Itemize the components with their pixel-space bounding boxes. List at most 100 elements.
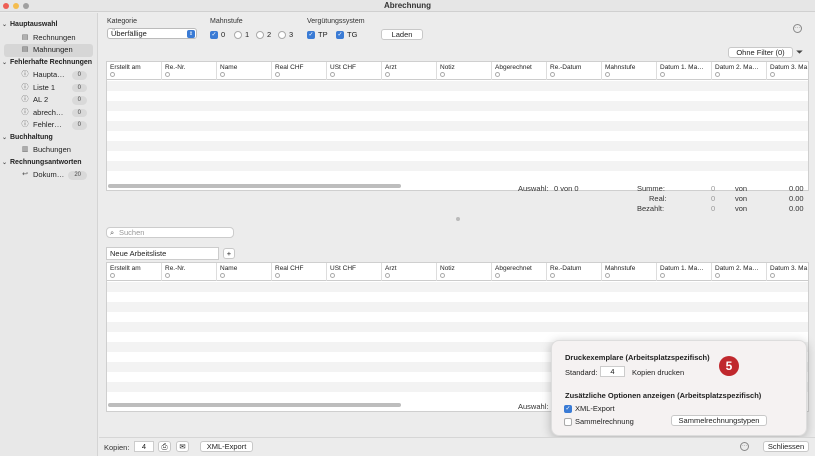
column-filter-icon[interactable] [385,72,390,77]
print-icon[interactable]: ⎙ [158,441,171,452]
add-worklist-button[interactable]: + [223,248,235,259]
column-header[interactable]: Arzt [382,263,437,281]
mahnstufe-0-checkbox[interactable]: ✓ 0 [210,30,225,39]
table-row[interactable] [107,161,808,171]
column-header[interactable]: Arzt [382,62,437,80]
column-filter-icon[interactable] [275,273,280,278]
column-filter-icon[interactable] [495,273,500,278]
column-header[interactable]: Real CHF [272,263,327,281]
column-header[interactable]: Notiz [437,62,492,80]
xml-export-button[interactable]: XML-Export [200,441,253,452]
mahnstufe-2-checkbox[interactable]: 2 [256,30,271,39]
more-options-icon[interactable]: ··· [793,24,802,33]
column-filter-icon[interactable] [550,72,555,77]
kopien-input[interactable]: 4 [134,441,154,452]
column-header[interactable]: Re.-Datum [547,62,602,80]
table-row[interactable] [107,282,808,292]
column-header[interactable]: Datum 3. Ma [767,263,815,281]
sidebar-item-mahnungen[interactable]: ▤ Mahnungen [4,44,93,57]
column-header[interactable]: Re.-Nr. [162,263,217,281]
sidebar-item-rechnungen[interactable]: ▤ Rechnungen [0,32,97,45]
column-header[interactable]: Name [217,263,272,281]
mahnstufe-1-checkbox[interactable]: 1 [234,30,249,39]
column-header[interactable]: Datum 2. Ma… [712,62,767,80]
column-header[interactable]: USt CHF [327,263,382,281]
column-filter-icon[interactable] [275,72,280,77]
column-header[interactable]: Mahnstufe [602,62,657,80]
column-header[interactable]: Mahnstufe [602,263,657,281]
column-filter-icon[interactable] [330,72,335,77]
table-row[interactable] [107,141,808,151]
column-header[interactable]: Abgerechnet [492,62,547,80]
sammelrechnungstypen-button[interactable]: Sammelrechnungstypen [671,415,767,426]
column-header[interactable]: USt CHF [327,62,382,80]
table-row[interactable] [107,151,808,161]
column-header[interactable]: Re.-Nr. [162,62,217,80]
sidebar-group-fehlerhafte-rechnungen[interactable]: ⌄ Fehlerhafte Rechnungen [0,57,97,70]
column-filter-icon[interactable] [110,273,115,278]
sidebar-group-rechnungsantworten[interactable]: ⌄ Rechnungsantworten [0,157,97,170]
column-header[interactable]: Datum 3. Ma [767,62,815,80]
laden-button[interactable]: Laden [381,29,423,40]
worklist-tab[interactable]: Neue Arbeitsliste [106,247,219,260]
sidebar-item-dokum[interactable]: ↩ Dokum… 20 [0,169,97,182]
column-header[interactable]: Notiz [437,263,492,281]
column-header[interactable]: Abgerechnet [492,263,547,281]
column-filter-icon[interactable] [715,273,720,278]
filter-icon[interactable]: ⏷ [796,47,803,58]
column-filter-icon[interactable] [220,72,225,77]
table-row[interactable] [107,111,808,121]
horizontal-scrollbar[interactable] [108,184,401,188]
column-filter-icon[interactable] [440,72,445,77]
horizontal-scrollbar[interactable] [108,403,401,407]
system-tp-checkbox[interactable]: ✓ TP [307,30,328,39]
mahnungen-table[interactable]: Erstellt am Re.-Nr. Name Real CHF USt CHF Arz… [106,61,809,191]
sidebar-group-buchhaltung[interactable]: ⌄ Buchhaltung [0,132,97,145]
sidebar-item-al-2[interactable]: ⓘ AL 20 [0,94,97,107]
search-input[interactable]: ⌕ Suchen [106,227,234,238]
schliessen-button[interactable]: Schliessen [763,441,809,452]
column-header[interactable]: Datum 2. Ma… [712,263,767,281]
column-filter-icon[interactable] [770,273,775,278]
table-row[interactable] [107,101,808,111]
column-filter-icon[interactable] [550,273,555,278]
column-filter-icon[interactable] [440,273,445,278]
column-filter-icon[interactable] [660,273,665,278]
sidebar-item-abrech[interactable]: ⓘ abrech… 0 [0,107,97,120]
column-filter-icon[interactable] [495,72,500,77]
table-row[interactable] [107,131,808,141]
table-row[interactable] [107,171,808,181]
mahnstufe-3-checkbox[interactable]: 3 [278,30,293,39]
column-filter-icon[interactable] [770,72,775,77]
column-header[interactable]: Erstellt am [107,62,162,80]
column-filter-icon[interactable] [110,72,115,77]
column-filter-icon[interactable] [165,72,170,77]
column-filter-icon[interactable] [330,273,335,278]
column-filter-icon[interactable] [605,72,610,77]
standard-copies-input[interactable]: 4 [600,366,625,377]
column-filter-icon[interactable] [385,273,390,278]
column-filter-icon[interactable] [605,273,610,278]
sidebar-item-haupta[interactable]: ⓘ Haupta… 0 [0,69,97,82]
sidebar-item-liste-1[interactable]: ⓘ Liste 10 [0,82,97,95]
column-filter-icon[interactable] [660,72,665,77]
sidebar-item-fehler[interactable]: ⓘ Fehler… 0 [0,119,97,132]
table-row[interactable] [107,292,808,302]
column-filter-icon[interactable] [165,273,170,278]
column-header[interactable]: Real CHF [272,62,327,80]
sammelrechnung-checkbox[interactable]: Sammelrechnung [564,417,634,426]
column-header[interactable]: Re.-Datum [547,263,602,281]
column-header[interactable]: Name [217,62,272,80]
mail-icon[interactable]: ✉ [176,441,189,452]
table-row[interactable] [107,91,808,101]
kategorie-select[interactable]: Überfällige ⇕ [107,28,197,39]
more-options-icon[interactable]: ··· [740,442,749,451]
table-row[interactable] [107,302,808,312]
sidebar-item-buchungen[interactable]: ▥ Buchungen [0,144,97,157]
splitter-handle[interactable] [456,217,460,221]
system-tg-checkbox[interactable]: ✓ TG [336,30,357,39]
ohne-filter-button[interactable]: Ohne Filter (0) [728,47,793,58]
column-filter-icon[interactable] [220,273,225,278]
column-header[interactable]: Erstellt am [107,263,162,281]
table-row[interactable] [107,81,808,91]
